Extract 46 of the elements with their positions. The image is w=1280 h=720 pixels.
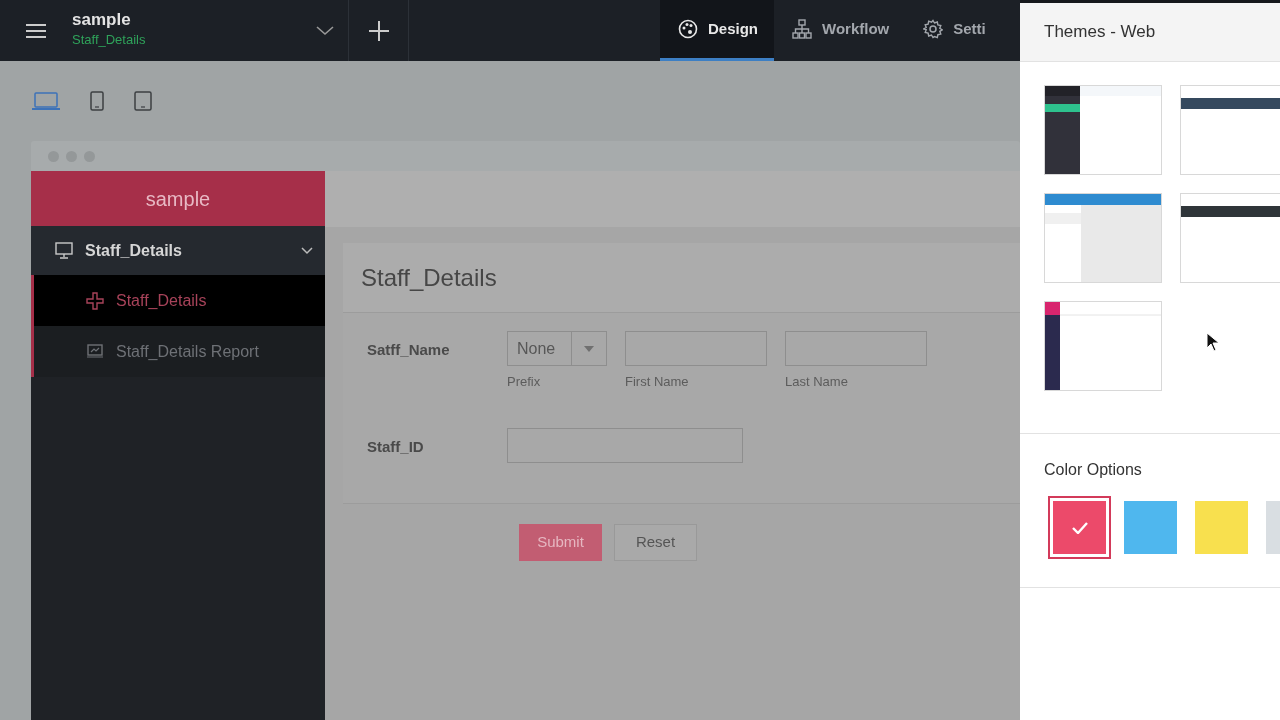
chevron-down-icon[interactable] (301, 246, 313, 255)
prefix-select[interactable]: None (507, 331, 607, 366)
plus-icon (368, 20, 389, 41)
app-header: sample (31, 171, 325, 226)
form-name: Staff_Details (72, 31, 147, 50)
sidebar-item[interactable]: Staff_Details (34, 275, 325, 326)
text-input[interactable] (507, 427, 743, 463)
theme-thumbnail[interactable] (1180, 193, 1280, 283)
laptop-icon[interactable] (31, 91, 61, 111)
submit-button[interactable]: Submit (519, 523, 602, 561)
settings-icon (923, 19, 944, 39)
app-name: sample (72, 11, 132, 31)
field-caption: First Name (625, 373, 690, 391)
theme-thumbnail[interactable] (1044, 193, 1162, 283)
field-caption: Prefix (507, 373, 542, 391)
theme-thumbnail[interactable] (1180, 85, 1280, 175)
check-icon (1071, 521, 1088, 534)
monitor-icon (55, 241, 73, 260)
chevron-down-icon[interactable] (316, 25, 334, 36)
section-title: Color Options (1043, 460, 1143, 480)
theme-thumbnail[interactable] (1044, 301, 1162, 391)
text-input[interactable] (625, 331, 767, 366)
color-swatch[interactable] (1048, 496, 1111, 559)
plus-outline-icon (86, 291, 104, 310)
nav-tab[interactable]: Design (660, 0, 774, 61)
field-label: Satff_Name (367, 340, 451, 360)
hierarchy-icon (792, 19, 812, 39)
caret-down-icon (584, 345, 594, 352)
report-icon (86, 342, 104, 361)
sidebar-section[interactable]: Staff_Details (31, 226, 325, 275)
reset-button[interactable]: Reset (614, 523, 697, 561)
section-label: Staff_Details (85, 240, 183, 261)
nav-tab[interactable]: Workflow (774, 0, 906, 61)
form-title: Staff_Details (343, 243, 1020, 313)
phone-icon[interactable] (89, 91, 105, 111)
sidebar-item[interactable]: Staff_Details Report (34, 326, 325, 377)
mouse-cursor-icon (1206, 332, 1220, 352)
text-input[interactable] (785, 331, 927, 366)
menu-icon[interactable] (26, 22, 46, 39)
theme-thumbnail[interactable] (1044, 85, 1162, 175)
nav-tab[interactable]: Setti (905, 0, 1002, 61)
tablet-icon[interactable] (133, 91, 153, 111)
field-label: Staff_ID (367, 436, 425, 457)
palette-icon (678, 19, 698, 39)
field-caption: Last Name (785, 373, 849, 391)
panel-title: Themes - Web (1020, 0, 1280, 62)
